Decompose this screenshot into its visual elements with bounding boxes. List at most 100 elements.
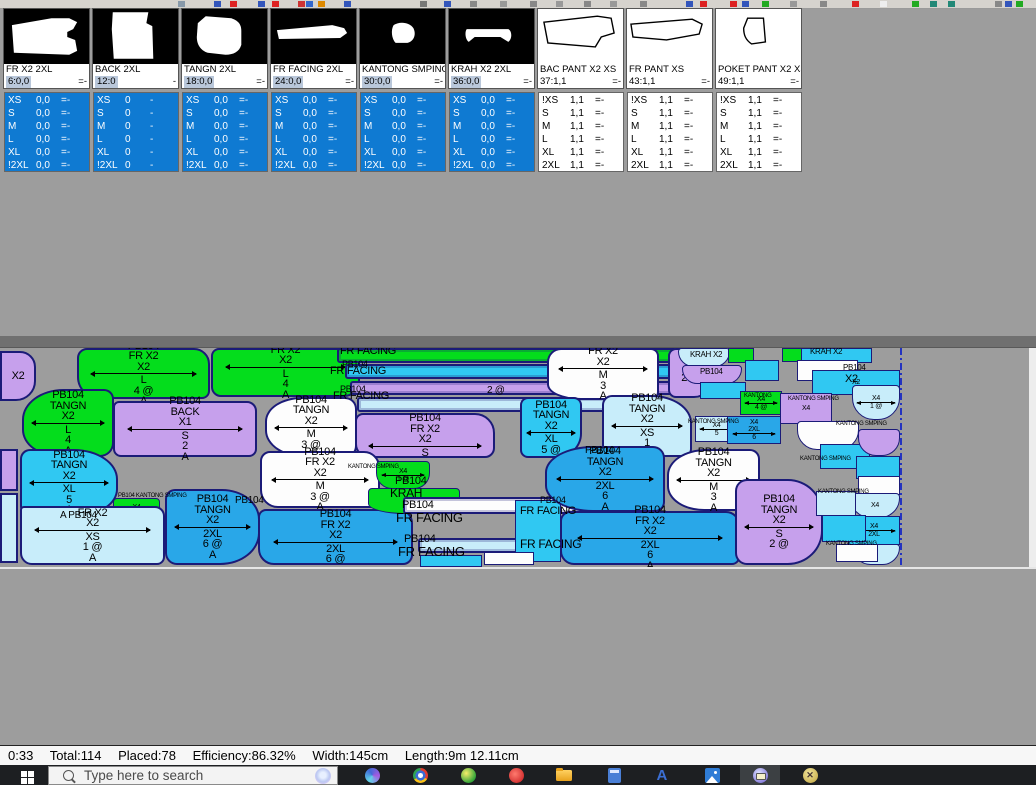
- pattern-name: BAC PANT X2 XS: [540, 64, 621, 76]
- pattern-thumbnail-1[interactable]: FR X2 2XL6:0,0=-: [3, 8, 90, 89]
- chrome-taskbar-icon[interactable]: [400, 765, 440, 785]
- clock-taskbar-icon[interactable]: ✕: [790, 765, 830, 785]
- pattern-thumbnail-4[interactable]: FR FACING 2XL24:0,0=-: [270, 8, 357, 89]
- marker-piece[interactable]: PB104FR X2X22XL6 @: [258, 509, 413, 565]
- size-table-3[interactable]: XS0,0=-S0,0=-M0,0=-L0,0=-XL0,0=-!2XL0,0=…: [182, 92, 268, 172]
- toolbar-icon[interactable]: [930, 1, 937, 7]
- pattern-thumbnail-2[interactable]: BACK 2XL12:0-: [92, 8, 179, 89]
- grain-line-arrow: [559, 368, 648, 369]
- size-table-2[interactable]: XS0-S0-M0-L0-XL0-!2XL0-: [93, 92, 179, 172]
- size-table-9[interactable]: !XS1,1=-S1,1=-M1,1=-L1,1=-XL1,1=-2XL1,1=…: [716, 92, 802, 172]
- pattern-thumbnail-8[interactable]: FR PANT XS43:1,1=-: [626, 8, 713, 89]
- toolbar-icon[interactable]: [214, 1, 221, 7]
- taskbar-search[interactable]: Type here to search: [48, 766, 338, 785]
- marker-piece[interactable]: [0, 493, 18, 563]
- file-explorer-taskbar-icon[interactable]: [544, 765, 584, 785]
- toolbar-icon[interactable]: [258, 1, 265, 7]
- piece-label-line: 5: [715, 430, 719, 437]
- size-row: XS0,0=-: [272, 94, 356, 107]
- toolbar-icon[interactable]: [178, 1, 185, 7]
- piece-label: FR FACING: [340, 347, 396, 357]
- marker-piece[interactable]: X2: [0, 351, 36, 401]
- toolbar-icon[interactable]: [995, 1, 1002, 7]
- size-table-4[interactable]: XS0,0=-S0,0=-M0,0=-L0,0=-XL0,0=-!2XL0,0=…: [271, 92, 357, 172]
- calculator-taskbar-icon[interactable]: [594, 765, 634, 785]
- toolbar-icon[interactable]: [584, 1, 591, 7]
- pattern-thumbnail-9[interactable]: POKET PANT X2 XS49:1,1=-: [715, 8, 802, 89]
- size-row: XL1,1=-: [539, 146, 623, 159]
- sphere-icon: [461, 768, 476, 783]
- toolbar-icon[interactable]: [640, 1, 647, 7]
- pattern-thumbnail-7[interactable]: BAC PANT X2 XS37:1,1=-: [537, 8, 624, 89]
- toolbar-icon[interactable]: [762, 1, 769, 7]
- toolbar-icon[interactable]: [272, 1, 279, 7]
- start-button[interactable]: [8, 765, 46, 785]
- toolbar-icon[interactable]: [880, 1, 887, 7]
- pattern-thumbnail-label: FR PANT XS43:1,1=-: [627, 64, 712, 88]
- toolbar-icon[interactable]: [344, 1, 351, 7]
- cortana-icon[interactable]: [315, 768, 331, 784]
- marker-piece[interactable]: PB104FR X2X2M3 @A: [260, 451, 380, 508]
- marker-nest-area[interactable]: X2PB104FR X2X2L4 @AFR X2X2L4APB104TANGNX…: [0, 347, 1036, 568]
- toolbar-icon[interactable]: [420, 1, 427, 7]
- toolbar-icon[interactable]: [610, 1, 617, 7]
- toolbar-icon[interactable]: [470, 1, 477, 7]
- marker-piece[interactable]: PB104TANGNX2L4A: [22, 389, 114, 457]
- size-table-7[interactable]: !XS1,1=-S1,1=-M1,1=-L1,1=-XL1,1=-2XL1,1=…: [538, 92, 624, 172]
- toolbar-icon[interactable]: [500, 1, 507, 7]
- grain-line-arrow: [733, 433, 776, 434]
- marker-piece[interactable]: [745, 360, 779, 381]
- letter-a-taskbar-icon[interactable]: A: [644, 765, 684, 785]
- toolbar-icon[interactable]: [556, 1, 563, 7]
- pattern-count-suffix: =-: [523, 76, 532, 88]
- piece-label-line: XL: [63, 484, 76, 495]
- size-table-5[interactable]: XS0,0=-S0,0=-M0,0=-L0,0=-XL0,0=-!2XL0,0=…: [360, 92, 446, 172]
- piece-label: KANTONG SMPING: [688, 419, 739, 425]
- toolbar-icon[interactable]: [790, 1, 797, 7]
- size-row: XS0-: [94, 94, 178, 107]
- size-table-6[interactable]: XS0,0=-S0,0=-M0,0=-L0,0=-XL0,0=-!2XL0,0=…: [449, 92, 535, 172]
- toolbar-icon[interactable]: [530, 1, 537, 7]
- pattern-thumbnail-6[interactable]: KRAH X2 2XL36:0,0=-: [448, 8, 535, 89]
- marker-piece[interactable]: PB104BACKX1S2A: [113, 401, 257, 457]
- toolbar-icon[interactable]: [852, 1, 859, 7]
- marker-piece[interactable]: [858, 429, 900, 456]
- toolbar-icon[interactable]: [730, 1, 737, 7]
- copilot-taskbar-icon[interactable]: [352, 765, 392, 785]
- marker-piece[interactable]: [822, 515, 866, 542]
- photos-taskbar-icon[interactable]: [692, 765, 732, 785]
- marker-piece[interactable]: X41 @: [852, 385, 900, 420]
- toolbar-icon[interactable]: [700, 1, 707, 7]
- chrome-icon: [413, 768, 428, 783]
- piece-label-line: L: [141, 375, 147, 386]
- marker-piece[interactable]: PB104FR X2X22XL6A: [560, 511, 740, 565]
- toolbar-icon[interactable]: [318, 1, 325, 7]
- marker-piece[interactable]: PB104FR X2X2S: [355, 413, 495, 458]
- pattern-thumbnail-5[interactable]: KANTONG SMPING30:0,0=-: [359, 8, 446, 89]
- toolbar-icon[interactable]: [742, 1, 749, 7]
- piece-label: KANTONG SMPING: [836, 421, 887, 427]
- marker-piece[interactable]: [484, 552, 534, 565]
- size-row: M0-: [94, 120, 178, 133]
- marker-piece[interactable]: PB104TANGNX2S2 @: [735, 479, 823, 565]
- toolbar-icon[interactable]: [912, 1, 919, 7]
- toolbar-icon[interactable]: [298, 1, 305, 7]
- pattern-thumbnail-3[interactable]: TANGN 2XL18:0,0=-: [181, 8, 268, 89]
- toolbar-icon[interactable]: [820, 1, 827, 7]
- piece-label-line: X2: [599, 467, 612, 478]
- marker-piece[interactable]: [0, 449, 18, 491]
- toolbar-icon[interactable]: [444, 1, 451, 7]
- toolbar-icon[interactable]: [306, 1, 313, 7]
- toolbar-icon[interactable]: [1016, 1, 1023, 7]
- size-table-1[interactable]: XS0,0=-S0,0=-M0,0=-L0,0=-XL0,0=-!2XL0,0=…: [4, 92, 90, 172]
- size-table-8[interactable]: !XS1,1=-S1,1=-M1,1=-L1,1=-XL1,1=-2XL1,1=…: [627, 92, 713, 172]
- nesting-app-taskbar-icon[interactable]: [740, 765, 780, 785]
- size-row: L0,0=-: [272, 133, 356, 146]
- toolbar-icon[interactable]: [948, 1, 955, 7]
- sphere-taskbar-icon[interactable]: [448, 765, 488, 785]
- toolbar-icon[interactable]: [1005, 1, 1012, 7]
- toolbar-icon[interactable]: [686, 1, 693, 7]
- grain-line-arrow: [272, 479, 367, 480]
- toolbar-icon[interactable]: [230, 1, 237, 7]
- media-taskbar-icon[interactable]: [496, 765, 536, 785]
